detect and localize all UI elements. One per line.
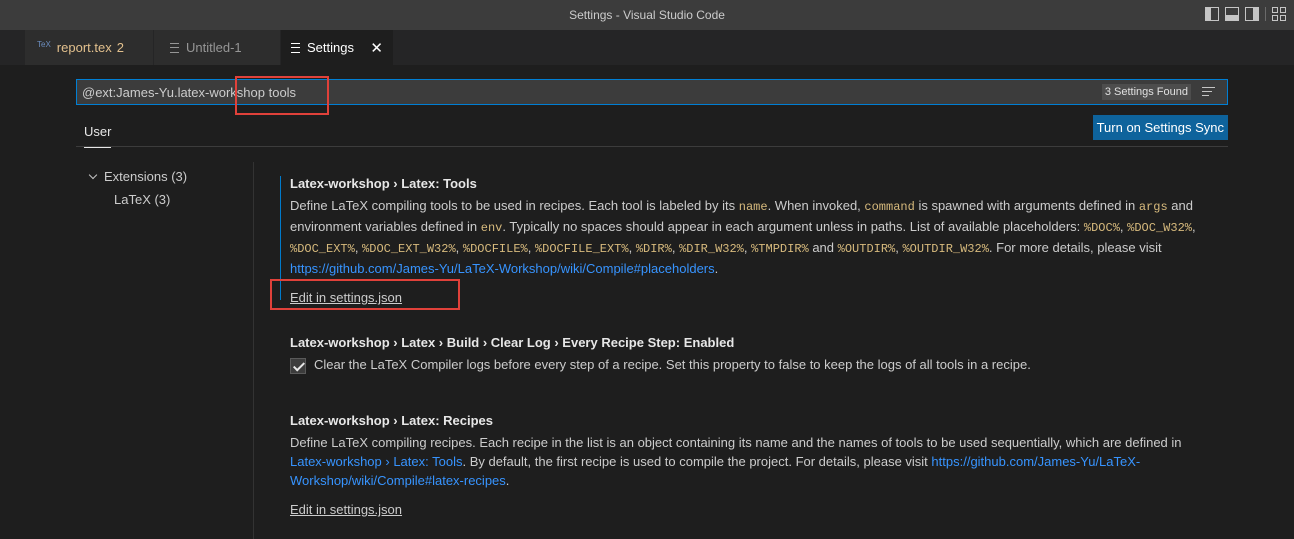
setting-latex-recipes: Latex-workshop › Latex: Recipes Define L… [290, 413, 1220, 517]
settings-file-icon [291, 42, 300, 53]
title-bar: Settings - Visual Studio Code [0, 0, 1294, 30]
setting-description: Define LaTeX compiling recipes. Each rec… [290, 435, 1182, 488]
window-title: Settings - Visual Studio Code [569, 8, 725, 22]
layout-controls [1205, 7, 1286, 21]
edit-in-settings-json-link[interactable]: Edit in settings.json [290, 290, 402, 305]
toc-group-extensions[interactable]: Extensions (3) [88, 165, 187, 188]
tab-settings[interactable]: Settings ✕ [281, 30, 393, 65]
chevron-down-icon [88, 172, 98, 182]
focused-setting-indicator [280, 176, 281, 300]
clear-filter-icon[interactable] [1202, 87, 1215, 97]
setting-description: Define LaTeX compiling tools to be used … [290, 198, 1196, 276]
toc-item-label: LaTeX (3) [114, 192, 171, 207]
clear-log-checkbox[interactable] [290, 357, 306, 374]
close-icon[interactable]: ✕ [370, 39, 383, 57]
customize-layout-icon[interactable] [1272, 7, 1286, 21]
edit-in-settings-json-link[interactable]: Edit in settings.json [290, 502, 402, 517]
setting-latex-tools: Latex-workshop › Latex: Tools Define LaT… [290, 176, 1220, 305]
setting-clear-log: Latex-workshop › Latex › Build › Clear L… [290, 335, 1220, 374]
tab-untitled-1[interactable]: Untitled-1 [154, 30, 280, 65]
search-query[interactable]: @ext:James-Yu.latex-workshop tools [77, 85, 296, 100]
problem-count-badge: 2 [116, 40, 124, 55]
setting-checkbox-row: Clear the LaTeX Compiler logs before eve… [290, 355, 1220, 374]
settings-found-badge: 3 Settings Found [1101, 84, 1191, 100]
toggle-secondary-sidebar-icon[interactable] [1245, 7, 1259, 21]
toggle-panel-icon[interactable] [1225, 7, 1239, 21]
setting-description: Clear the LaTeX Compiler logs before eve… [314, 357, 1031, 372]
turn-on-settings-sync-button[interactable]: Turn on Settings Sync [1092, 115, 1228, 140]
toc-group-label: Extensions (3) [104, 169, 188, 184]
settings-scope-bar: User Turn on Settings Sync [76, 114, 1228, 148]
tab-label: Settings [307, 40, 354, 55]
tab-user[interactable]: User [84, 124, 112, 148]
editor-tab-bar: TeX report.tex 2 Untitled-1 Settings ✕ [0, 30, 1294, 65]
toggle-sidebar-icon[interactable] [1205, 7, 1219, 21]
tab-label: report.tex [56, 40, 112, 55]
setting-title: Latex-workshop › Latex › Build › Clear L… [290, 335, 735, 350]
setting-title: Latex-workshop › Latex: Tools [290, 176, 477, 191]
placeholders-link[interactable]: https://github.com/James-Yu/LaTeX-Worksh… [290, 261, 715, 276]
file-icon [170, 42, 179, 53]
settings-toc: Extensions (3) LaTeX (3) [88, 165, 187, 211]
settings-search-input[interactable]: @ext:James-Yu.latex-workshop tools 3 Set… [76, 79, 1228, 105]
toc-divider [253, 162, 254, 539]
tab-label: Untitled-1 [186, 40, 242, 55]
tex-icon: TeX [37, 40, 51, 49]
setting-title: Latex-workshop › Latex: Recipes [290, 413, 494, 428]
toc-item-latex[interactable]: LaTeX (3) [88, 188, 187, 211]
layout-separator [1265, 7, 1266, 21]
tools-setting-link[interactable]: Latex-workshop › Latex: Tools [290, 454, 462, 469]
tab-report-tex[interactable]: TeX report.tex 2 [25, 30, 153, 65]
